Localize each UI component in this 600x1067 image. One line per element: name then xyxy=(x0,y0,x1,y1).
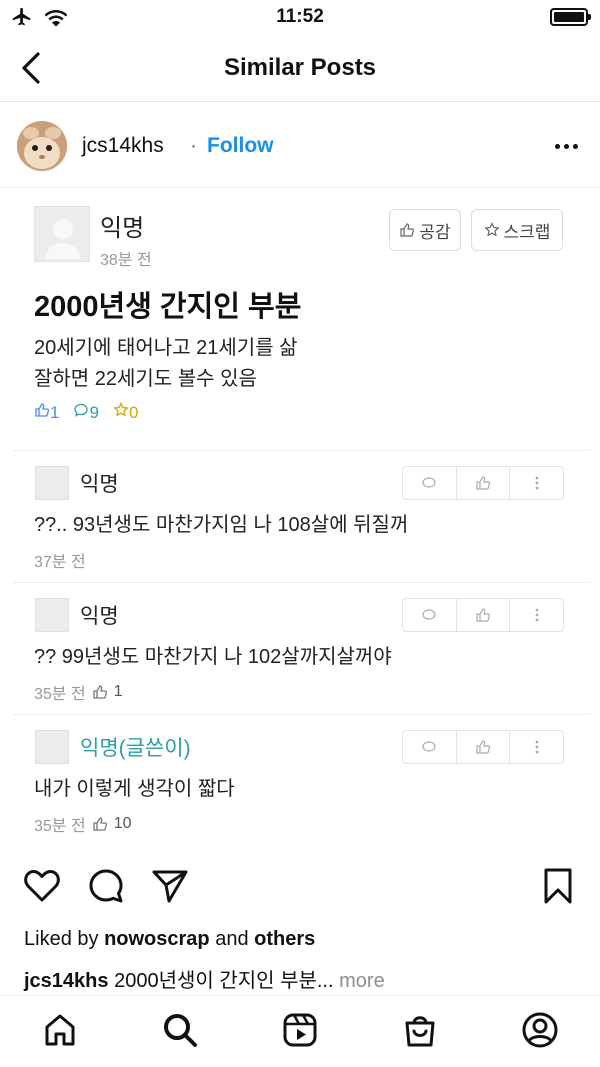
battery-icon xyxy=(550,8,591,26)
star-icon xyxy=(113,401,129,417)
comment-avatar xyxy=(35,598,69,632)
send-icon[interactable] xyxy=(150,866,190,906)
comment-avatar xyxy=(35,466,69,500)
comment-meta: 37분 전 xyxy=(34,548,86,572)
community-time: 38분 전 xyxy=(100,252,152,269)
caption-text: 2000년생이 간지인 부분... xyxy=(108,970,334,992)
star-icon xyxy=(483,222,500,237)
comment-meta: 35분 전 10 xyxy=(34,812,131,836)
community-avatar xyxy=(34,206,90,262)
likes-line: Liked by nowoscrap and others xyxy=(24,928,315,951)
body-line: 20세기에 태어나고 21세기를 삶 xyxy=(34,337,298,359)
caption-more-link[interactable]: more xyxy=(334,970,385,992)
post-image: 익명 38분 전 공감 스크랩 2000년생 간지인 부분 20세기에 태어나고… xyxy=(0,190,600,850)
comment-item: 익명 ??.. 93년생도 마찬가지임 나 108살에 뒤질꺼 37분 전 xyxy=(0,452,600,582)
liked-by-user[interactable]: nowoscrap xyxy=(104,928,210,950)
follow-button[interactable]: Follow xyxy=(207,134,274,158)
likes-prefix: Liked by xyxy=(24,928,105,950)
comment-actions xyxy=(402,730,564,764)
comment-actions xyxy=(402,466,564,500)
comment-count: 9 xyxy=(73,402,99,423)
home-icon[interactable] xyxy=(38,1008,82,1052)
comment-item: 익명(글쓴이) 내가 이렇게 생각이 짧다 35분 전 10 xyxy=(0,716,600,846)
comment-item: 익명 ?? 99년생도 마찬가지 나 102살까지살꺼야 35분 전 1 xyxy=(0,584,600,714)
community-post-stats: 1 9 0 xyxy=(34,401,139,423)
comment-like-count: 10 xyxy=(113,815,132,832)
comment-count-value: 9 xyxy=(89,403,99,422)
comment-icon[interactable] xyxy=(86,866,126,906)
bookmark-icon[interactable] xyxy=(540,866,576,906)
thumbs-up-icon xyxy=(35,403,50,417)
scrap-button[interactable]: 스크랩 xyxy=(471,209,563,251)
more-options-icon[interactable] xyxy=(555,144,578,149)
comment-avatar xyxy=(35,730,69,764)
comment-meta: 35분 전 1 xyxy=(34,680,123,704)
navigation-bar: Similar Posts xyxy=(0,34,600,102)
reply-icon[interactable] xyxy=(403,731,457,763)
heart-icon[interactable] xyxy=(22,866,62,906)
reply-icon[interactable] xyxy=(403,599,457,631)
comment-text: ?? 99년생도 마찬가지 나 102살까지살꺼야 xyxy=(34,646,392,668)
post-action-bar xyxy=(0,866,600,910)
scrap-count-value: 0 xyxy=(128,403,139,422)
status-bar: 11:52 xyxy=(0,0,600,34)
community-author: 익명 xyxy=(100,215,145,242)
comment-text: ??.. 93년생도 마찬가지임 나 108살에 뒤질꺼 xyxy=(34,514,409,536)
caption-username[interactable]: jcs14khs xyxy=(24,970,109,992)
divider xyxy=(12,714,590,715)
like-reaction-button[interactable]: 공감 xyxy=(389,209,461,251)
thumbs-up-icon[interactable] xyxy=(457,467,511,499)
liked-by-others[interactable]: others xyxy=(254,928,315,950)
scrap-count: 0 xyxy=(113,401,139,423)
thumbs-up-icon xyxy=(93,685,107,699)
kebab-menu-icon[interactable] xyxy=(510,467,563,499)
comment-actions xyxy=(402,598,564,632)
scrap-label: 스크랩 xyxy=(503,222,551,242)
body-line: 잘하면 22세기도 볼수 있음 xyxy=(34,368,257,390)
post-username[interactable]: jcs14khs xyxy=(82,134,164,158)
like-count: 1 xyxy=(34,402,59,423)
bottom-tab-bar xyxy=(0,995,600,1067)
profile-icon[interactable] xyxy=(518,1008,562,1052)
reels-icon[interactable] xyxy=(278,1008,322,1052)
reply-icon[interactable] xyxy=(403,467,457,499)
avatar[interactable] xyxy=(17,121,67,171)
likes-middle: and xyxy=(209,928,255,950)
community-post-body: 20세기에 태어나고 21세기를 삶 잘하면 22세기도 볼수 있음 xyxy=(34,333,298,395)
community-post-title: 2000년생 간지인 부분 xyxy=(34,291,302,323)
divider xyxy=(12,582,590,583)
thumbs-up-icon[interactable] xyxy=(457,731,511,763)
comment-author: 익명(글쓴이) xyxy=(80,737,191,760)
comment-like-count: 1 xyxy=(113,683,123,700)
thumbs-up-icon xyxy=(93,817,107,831)
comment-time: 35분 전 xyxy=(34,818,86,835)
shop-icon[interactable] xyxy=(398,1008,442,1052)
comment-time: 35분 전 xyxy=(34,686,86,703)
comment-bubble-icon xyxy=(74,403,89,417)
comment-author: 익명 xyxy=(80,605,119,628)
comment-author: 익명 xyxy=(80,473,119,496)
thumbs-up-icon xyxy=(400,223,415,237)
separator-dot: · xyxy=(190,134,197,157)
status-time: 11:52 xyxy=(276,6,324,27)
kebab-menu-icon[interactable] xyxy=(510,731,563,763)
divider xyxy=(12,450,590,451)
thumbs-up-icon[interactable] xyxy=(457,599,511,631)
comment-time: 37분 전 xyxy=(34,554,86,571)
page-title: Similar Posts xyxy=(223,54,377,81)
like-count-value: 1 xyxy=(50,403,60,422)
kebab-menu-icon[interactable] xyxy=(510,599,563,631)
comment-text: 내가 이렇게 생각이 짧다 xyxy=(34,778,235,800)
search-icon[interactable] xyxy=(158,1008,202,1052)
like-reaction-label: 공감 xyxy=(419,222,451,242)
caption: jcs14khs 2000년생이 간지인 부분... more xyxy=(24,964,385,993)
post-header: jcs14khs · Follow xyxy=(0,104,600,188)
